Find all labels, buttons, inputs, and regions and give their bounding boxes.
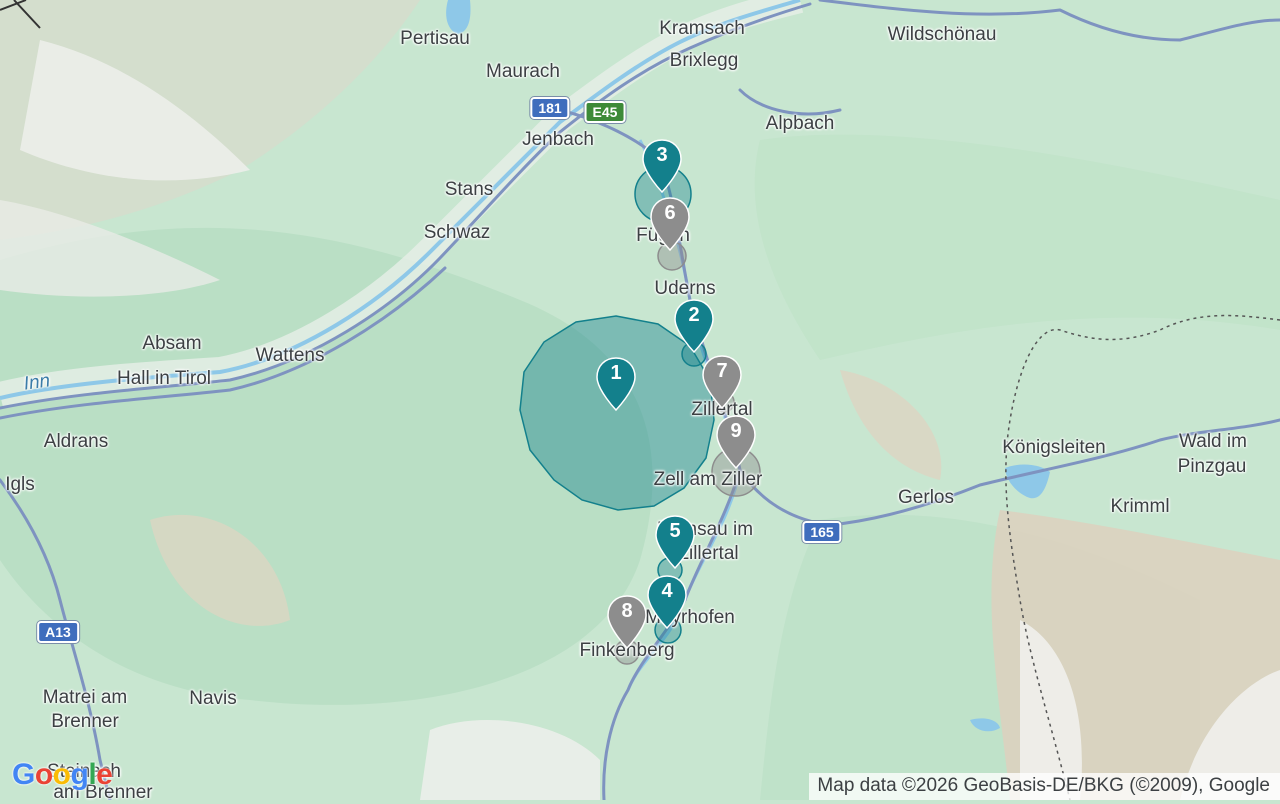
place-label-absam: Absam xyxy=(142,333,202,354)
google-logo-letter: o xyxy=(34,758,53,791)
place-label-wald-im: Wald im xyxy=(1179,431,1247,452)
marker-number: 1 xyxy=(610,362,622,384)
map-marker-1[interactable]: 1 xyxy=(594,356,638,412)
google-logo-letter: G xyxy=(12,758,35,791)
place-label-koenigsleiten: Königsleiten xyxy=(1002,437,1106,458)
place-label-maurach: Maurach xyxy=(486,61,560,82)
marker-number: 5 xyxy=(669,520,681,542)
marker-number: 2 xyxy=(688,304,700,326)
marker-number: 3 xyxy=(656,144,668,166)
map-marker-6[interactable]: 6 xyxy=(648,196,692,252)
map-marker-8[interactable]: 8 xyxy=(605,594,649,650)
google-logo-text: Google xyxy=(12,758,113,791)
map-marker-5[interactable]: 5 xyxy=(653,514,697,570)
road-shield-a13: A13 xyxy=(37,621,79,643)
google-logo-letter: g xyxy=(70,758,89,791)
place-label-zell-am-ziller: Zell am Ziller xyxy=(653,469,763,490)
road-shield-165: 165 xyxy=(802,521,842,543)
place-label-kramsach: Kramsach xyxy=(659,18,745,39)
place-label-pertisau: Pertisau xyxy=(400,28,470,49)
place-label-stans: Stans xyxy=(444,179,494,200)
map-canvas[interactable] xyxy=(0,0,1280,800)
google-logo[interactable]: Google xyxy=(12,758,113,792)
place-label-alpbach: Alpbach xyxy=(765,113,835,134)
road-shield-e45: E45 xyxy=(584,101,626,123)
place-label-igls: Igls xyxy=(5,474,35,495)
google-logo-letter: o xyxy=(52,758,71,791)
place-label-gerlos: Gerlos xyxy=(898,487,954,508)
place-label-krimml: Krimml xyxy=(1110,496,1170,517)
place-label-jenbach: Jenbach xyxy=(522,129,594,150)
map-attribution[interactable]: Map data ©2026 GeoBasis-DE/BKG (©2009), … xyxy=(809,773,1280,800)
map-marker-9[interactable]: 9 xyxy=(714,414,758,470)
place-label-navis: Navis xyxy=(189,688,237,709)
map-marker-2[interactable]: 2 xyxy=(672,298,716,354)
place-label-brenner: Brenner xyxy=(51,711,119,732)
map-marker-7[interactable]: 7 xyxy=(700,354,744,410)
place-label-hall-in-tirol: Hall in Tirol xyxy=(117,368,211,389)
marker-number: 9 xyxy=(730,420,742,442)
marker-number: 4 xyxy=(661,580,673,602)
road-shield-181: 181 xyxy=(530,97,570,119)
place-label-schwaz: Schwaz xyxy=(423,222,491,243)
google-logo-letter: e xyxy=(96,758,113,791)
place-label-pinzgau: Pinzgau xyxy=(1177,456,1247,477)
place-label-uderns: Uderns xyxy=(654,278,716,299)
place-label-wattens: Wattens xyxy=(255,345,325,366)
place-label-aldrans: Aldrans xyxy=(43,431,109,452)
marker-number: 6 xyxy=(664,202,676,224)
place-label-matrei-am: Matrei am xyxy=(42,687,128,708)
marker-number: 8 xyxy=(621,600,633,622)
river-label-inn: Inn xyxy=(22,370,52,395)
place-label-brixlegg: Brixlegg xyxy=(669,50,739,71)
map-marker-3[interactable]: 3 xyxy=(640,138,684,194)
map-marker-4[interactable]: 4 xyxy=(645,574,689,630)
marker-number: 7 xyxy=(716,360,728,382)
google-logo-letter: l xyxy=(88,758,97,791)
place-label-wildschoenau: Wildschönau xyxy=(887,24,997,45)
